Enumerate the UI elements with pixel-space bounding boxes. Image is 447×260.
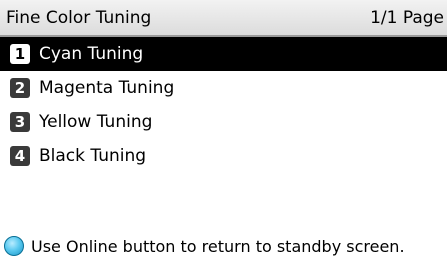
status-bar: Use Online button to return to standby s… (0, 234, 447, 260)
menu-item-label: Magenta Tuning (39, 78, 175, 98)
status-message: Use Online button to return to standby s… (31, 237, 405, 256)
menu-list: 1 Cyan Tuning 2 Magenta Tuning 3 Yellow … (0, 37, 447, 173)
menu-item-label: Cyan Tuning (39, 44, 144, 64)
number-1-icon: 1 (10, 44, 30, 64)
number-4-icon: 4 (10, 146, 30, 166)
menu-item-magenta-tuning[interactable]: 2 Magenta Tuning (0, 71, 447, 105)
menu-item-black-tuning[interactable]: 4 Black Tuning (0, 139, 447, 173)
number-2-icon: 2 (10, 78, 30, 98)
page-title: Fine Color Tuning (6, 8, 152, 28)
menu-item-yellow-tuning[interactable]: 3 Yellow Tuning (0, 105, 447, 139)
page-indicator: 1/1 Page (370, 8, 444, 28)
menu-item-label: Black Tuning (39, 146, 147, 166)
panel-screen: Fine Color Tuning 1/1 Page 1 Cyan Tuning… (0, 0, 447, 260)
title-bar: Fine Color Tuning 1/1 Page (0, 0, 447, 37)
number-3-icon: 3 (10, 112, 30, 132)
online-button-icon (4, 236, 24, 256)
menu-item-label: Yellow Tuning (39, 112, 153, 132)
menu-item-cyan-tuning[interactable]: 1 Cyan Tuning (0, 37, 447, 71)
